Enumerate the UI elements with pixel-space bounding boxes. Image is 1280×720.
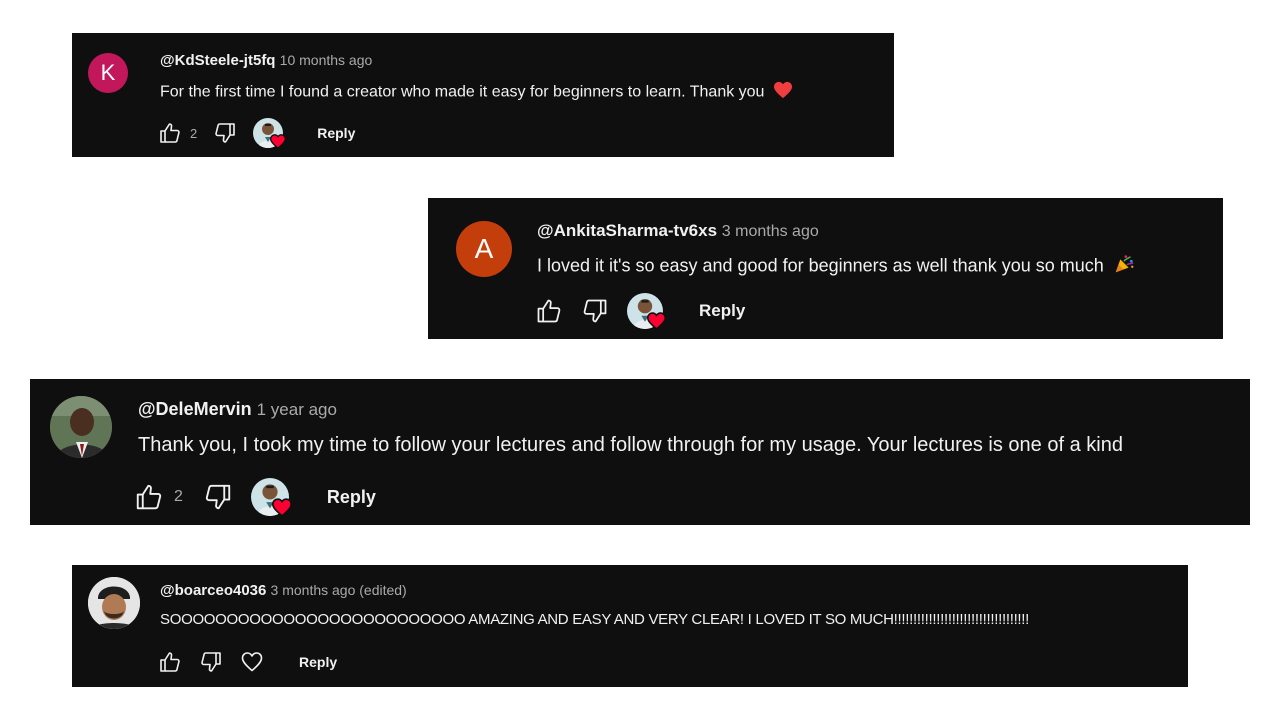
author-handle[interactable]: @KdSteele-jt5fq xyxy=(160,52,275,69)
reply-button[interactable]: Reply xyxy=(699,301,745,321)
thumb-up-icon[interactable] xyxy=(535,297,563,325)
author-handle[interactable]: @AnkitaSharma-tv6xs xyxy=(537,221,717,240)
thumb-down-icon[interactable] xyxy=(203,482,233,512)
comment-body: I loved it it's so easy and good for beg… xyxy=(537,255,1104,276)
comment-header: @boarceo4036 3 months ago (edited) xyxy=(160,582,407,599)
avatar-letter: K xyxy=(100,60,116,85)
creator-heart-icon xyxy=(271,498,292,517)
creator-heart-icon xyxy=(270,134,287,150)
comment-actions: 2 Reply xyxy=(158,118,355,150)
creator-heart-badge xyxy=(253,118,287,150)
comment-card: @boarceo4036 3 months ago (edited) SOOOO… xyxy=(72,565,1188,687)
comment-actions: 2 Reply xyxy=(134,478,376,517)
creator-heart-badge xyxy=(250,478,292,517)
reply-button[interactable]: Reply xyxy=(317,125,355,141)
reply-button[interactable]: Reply xyxy=(327,487,376,508)
comment-body: Thank you, I took my time to follow your… xyxy=(138,434,1123,456)
like-count: 2 xyxy=(174,488,183,505)
avatar[interactable]: A xyxy=(456,221,512,277)
heart-outline-icon[interactable] xyxy=(240,650,264,674)
thumb-up-icon[interactable] xyxy=(158,650,182,674)
party-popper-emoji-icon xyxy=(1113,253,1135,280)
comment-actions: Reply xyxy=(158,649,337,675)
comment-body: For the first time I found a creator who… xyxy=(160,83,765,101)
red-heart-emoji-icon xyxy=(773,81,793,104)
man-in-suit-photo xyxy=(50,396,112,458)
comment-actions: Reply xyxy=(535,293,745,330)
like-count: 2 xyxy=(190,125,198,141)
comment-card: K @KdSteele-jt5fq 10 months ago For the … xyxy=(72,33,894,157)
author-handle[interactable]: @boarceo4036 xyxy=(160,582,266,599)
thumb-down-icon[interactable] xyxy=(213,121,237,145)
thumb-down-icon[interactable] xyxy=(581,297,609,325)
comment-header: @KdSteele-jt5fq 10 months ago xyxy=(160,52,372,69)
thumb-down-icon[interactable] xyxy=(199,650,223,674)
creator-heart-badge xyxy=(627,293,667,330)
thumb-up-icon[interactable] xyxy=(134,482,164,512)
comment-text: SOOOOOOOOOOOOOOOOOOOOOOOOOO AMAZING AND … xyxy=(160,611,1029,628)
comment-header: @AnkitaSharma-tv6xs 3 months ago xyxy=(537,221,819,241)
comment-body: SOOOOOOOOOOOOOOOOOOOOOOOOOO AMAZING AND … xyxy=(160,611,1030,628)
avatar-letter: A xyxy=(474,233,494,264)
comment-card: @DeleMervin 1 year ago Thank you, I took… xyxy=(30,379,1250,525)
comment-text: Thank you, I took my time to follow your… xyxy=(138,434,1123,457)
thumb-up-icon[interactable] xyxy=(158,121,182,145)
comment-card: A @AnkitaSharma-tv6xs 3 months ago I lov… xyxy=(428,198,1223,339)
avatar[interactable] xyxy=(88,577,140,629)
comment-text: For the first time I found a creator who… xyxy=(160,81,793,104)
avatar[interactable]: K xyxy=(88,53,128,93)
creator-heart-icon xyxy=(646,312,667,330)
man-with-cap-photo xyxy=(88,577,140,629)
comment-time[interactable]: 10 months ago xyxy=(280,52,373,68)
comment-time[interactable]: 1 year ago xyxy=(257,400,337,419)
comment-time[interactable]: 3 months ago (edited) xyxy=(271,582,407,598)
comment-header: @DeleMervin 1 year ago xyxy=(138,399,337,420)
author-handle[interactable]: @DeleMervin xyxy=(138,399,252,419)
comment-time[interactable]: 3 months ago xyxy=(722,223,819,240)
avatar[interactable] xyxy=(50,396,112,458)
comment-text: I loved it it's so easy and good for beg… xyxy=(537,253,1135,280)
reply-button[interactable]: Reply xyxy=(299,654,337,670)
